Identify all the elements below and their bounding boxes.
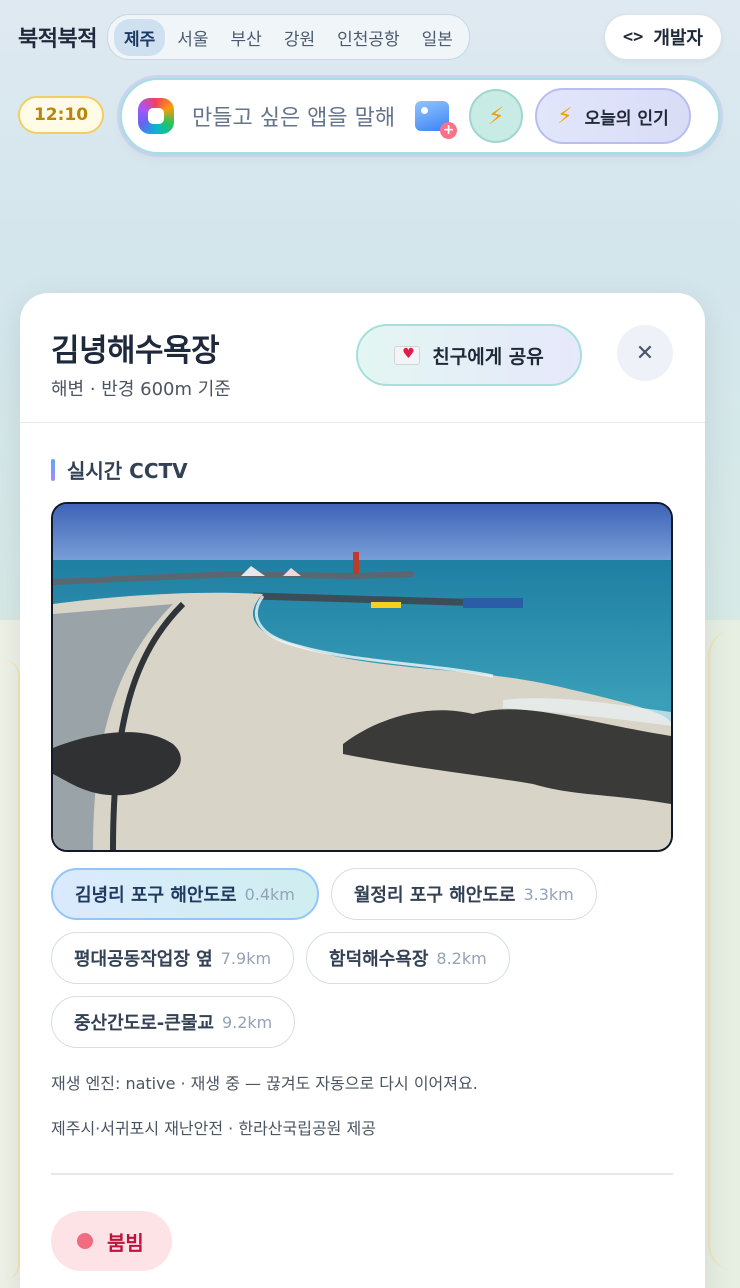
camera-chip-distance: 7.9km	[220, 948, 272, 968]
app-logo-icon	[138, 98, 174, 134]
card-header: 김녕해수욕장 해변 · 반경 600m 기준 친구에게 공유 ✕	[20, 293, 705, 423]
share-button-label: 친구에게 공유	[432, 345, 544, 368]
camera-chip-name: 중산간도로-큰물교	[74, 1013, 214, 1034]
camera-chip[interactable]: 월정리 포구 해안도로 3.3km	[330, 868, 597, 920]
divider	[51, 1173, 673, 1175]
bolt-icon: ⚡	[487, 102, 505, 130]
camera-chip-list: 김녕리 포구 해안도로 0.4km 월정리 포구 해안도로 3.3km 평대공동…	[51, 868, 681, 1048]
envelope-heart-icon	[394, 345, 421, 365]
tab-region-incheon-airport[interactable]: 인천공항	[327, 19, 410, 56]
camera-chip-name: 평대공동작업장 옆	[74, 949, 213, 970]
tab-region-japan[interactable]: 일본	[412, 19, 463, 56]
close-button[interactable]: ✕	[617, 325, 673, 381]
cctv-section-header: 실시간 CCTV	[51, 455, 188, 484]
popular-today-label: 오늘의 인기	[584, 108, 669, 129]
cctv-section-title: 실시간 CCTV	[67, 459, 188, 483]
developer-button-label: 개발자	[653, 28, 703, 49]
image-add-icon[interactable]	[415, 101, 458, 139]
camera-chip-name: 함덕해수욕장	[329, 949, 429, 970]
code-icon: <>	[622, 27, 644, 47]
place-detail-card: 김녕해수욕장 해변 · 반경 600m 기준 친구에게 공유 ✕ 실시간 CCT…	[20, 293, 705, 1288]
camera-chip[interactable]: 함덕해수욕장 8.2km	[306, 932, 510, 984]
cctv-video-player[interactable]	[51, 502, 673, 852]
developer-button[interactable]: <> 개발자	[603, 14, 722, 60]
section-accent-bar	[51, 458, 55, 481]
tab-region-busan[interactable]: 부산	[221, 19, 272, 56]
crowd-status-label: 붐빔	[107, 1230, 144, 1255]
cctv-credit-note: 제주시·서귀포시 재난안전 · 한라산국립공원 제공	[51, 1119, 376, 1138]
bolt-icon: ⚡	[557, 103, 573, 129]
camera-chip-distance: 9.2km	[221, 1012, 273, 1032]
close-icon: ✕	[635, 340, 655, 366]
camera-chip-name: 월정리 포구 해안도로	[353, 885, 516, 906]
brand-title: 북적북적	[18, 27, 97, 52]
prompt-input[interactable]: 만들고 싶은 앱을 말해	[192, 100, 395, 132]
camera-chip-name: 김녕리 포구 해안도로	[75, 885, 237, 906]
popular-today-button[interactable]: ⚡ 오늘의 인기	[535, 88, 691, 144]
camera-chip-distance: 0.4km	[244, 884, 295, 904]
top-bar: 북적북적 제주 서울 부산 강원 인천공항 일본 <> 개발자	[18, 12, 722, 62]
map-background-right	[704, 620, 740, 1288]
tab-region-seoul[interactable]: 서울	[167, 19, 218, 56]
camera-chip-distance: 8.2km	[436, 948, 487, 968]
playback-engine-note: 재생 엔진: native · 재생 중 — 끊겨도 자동으로 다시 이어져요.	[51, 1074, 478, 1093]
tab-region-gangwon[interactable]: 강원	[274, 19, 325, 56]
time-badge: 12:10	[18, 96, 104, 134]
camera-chip[interactable]: 중산간도로-큰물교 9.2km	[51, 996, 296, 1048]
crowd-status-badge: 붐빔	[51, 1211, 172, 1271]
share-with-friend-button[interactable]: 친구에게 공유	[356, 324, 582, 386]
camera-chip[interactable]: 김녕리 포구 해안도로 0.4km	[51, 868, 319, 920]
prompt-bar[interactable]: 만들고 싶은 앱을 말해 ⚡ ⚡ 오늘의 인기	[120, 78, 720, 154]
quick-action-button[interactable]: ⚡	[469, 89, 524, 143]
camera-chip-distance: 3.3km	[523, 884, 574, 904]
place-subtitle: 해변 · 반경 600m 기준	[51, 379, 231, 400]
place-title: 김녕해수욕장	[51, 333, 220, 369]
cctv-video-frame	[53, 504, 671, 850]
region-tabs: 제주 서울 부산 강원 인천공항 일본	[106, 14, 470, 60]
camera-chip[interactable]: 평대공동작업장 옆 7.9km	[51, 932, 295, 984]
tab-region-jeju[interactable]: 제주	[113, 18, 166, 56]
status-dot-icon	[77, 1233, 93, 1249]
